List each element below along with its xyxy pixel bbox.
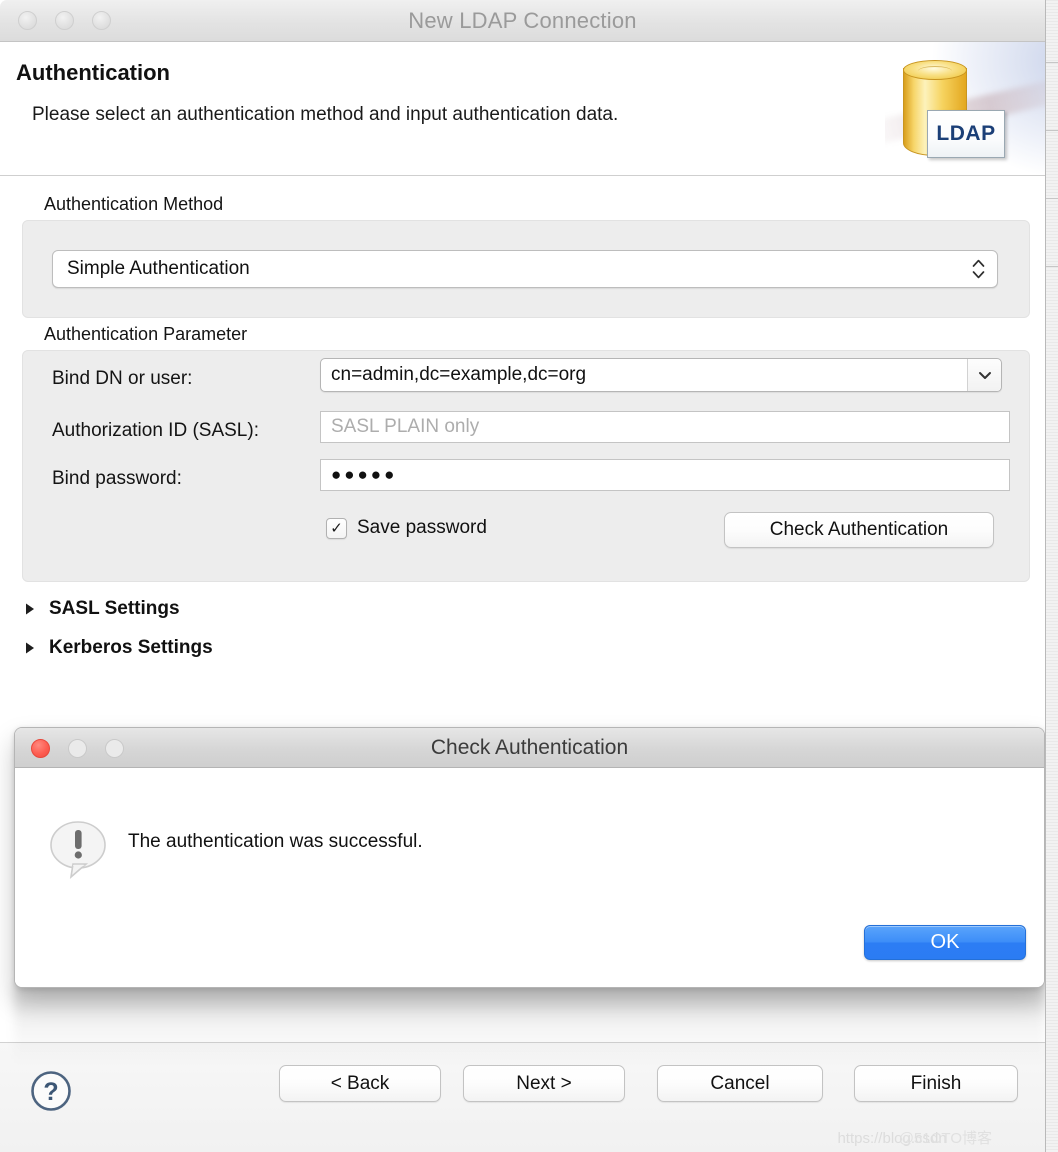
page-title: Authentication: [16, 60, 170, 85]
dialog-titlebar: Check Authentication: [15, 728, 1044, 768]
kerberos-settings-label: Kerberos Settings: [49, 637, 213, 658]
finish-button[interactable]: Finish: [854, 1065, 1018, 1102]
window-controls: [18, 11, 111, 30]
triangle-right-icon: [26, 603, 34, 615]
bind-password-value: ●●●●●: [331, 465, 398, 484]
bind-dn-value: cn=admin,dc=example,dc=org: [331, 364, 587, 385]
authentication-method-value: Simple Authentication: [67, 258, 250, 279]
cancel-button[interactable]: Cancel: [657, 1065, 823, 1102]
wizard-header: Authentication Please select an authenti…: [0, 42, 1045, 176]
wizard-footer: ? < Back Next > Cancel Finish https://bl…: [0, 1042, 1045, 1152]
window-title: New LDAP Connection: [408, 8, 637, 33]
speech-bubble-exclamation-icon: [47, 818, 109, 885]
bind-password-label: Bind password:: [52, 468, 182, 489]
chevron-down-icon: [978, 371, 991, 379]
stepper-chevrons-icon: [972, 251, 985, 287]
save-password-label: Save password: [357, 517, 487, 538]
sasl-settings-section[interactable]: SASL Settings: [24, 598, 180, 620]
ok-button[interactable]: OK: [864, 925, 1026, 960]
authentication-parameter-group: Authentication Parameter Bind DN or user…: [22, 324, 1030, 582]
kerberos-settings-section[interactable]: Kerberos Settings: [24, 637, 213, 659]
bind-dn-label: Bind DN or user:: [52, 368, 193, 389]
window-titlebar: New LDAP Connection: [0, 0, 1045, 42]
checkmark-icon: ✓: [330, 519, 343, 537]
ldap-card-label: LDAP: [936, 122, 996, 145]
authentication-method-group: Authentication Method Simple Authenticat…: [22, 194, 1030, 318]
dialog-zoom-button: [105, 739, 124, 758]
zoom-button[interactable]: [92, 11, 111, 30]
dialog-body: The authentication was successful. OK: [15, 768, 1044, 987]
close-button[interactable]: [18, 11, 37, 30]
bind-password-input[interactable]: ●●●●●: [320, 459, 1010, 491]
new-ldap-connection-window: New LDAP Connection Authentication Pleas…: [0, 0, 1046, 1152]
help-button[interactable]: ?: [30, 1070, 72, 1117]
authentication-method-select[interactable]: Simple Authentication: [52, 250, 998, 288]
back-button[interactable]: < Back: [279, 1065, 441, 1102]
page-description: Please select an authentication method a…: [32, 104, 619, 125]
minimize-button[interactable]: [55, 11, 74, 30]
header-artwork: LDAP: [885, 42, 1045, 175]
dialog-close-button[interactable]: [31, 739, 50, 758]
bind-dn-dropdown-button[interactable]: [967, 359, 1001, 391]
sasl-settings-label: SASL Settings: [49, 598, 180, 619]
authorization-id-input[interactable]: SASL PLAIN only: [320, 411, 1010, 443]
next-button[interactable]: Next >: [463, 1065, 625, 1102]
background-window-sliver: [1044, 0, 1058, 1152]
check-authentication-button[interactable]: Check Authentication: [724, 512, 994, 548]
ldap-database-icon: LDAP: [899, 56, 1017, 166]
authentication-parameter-legend: Authentication Parameter: [44, 324, 248, 344]
bind-dn-combo[interactable]: cn=admin,dc=example,dc=org: [320, 358, 1002, 392]
ldap-card: LDAP: [927, 110, 1005, 158]
save-password-checkbox-row[interactable]: ✓ Save password: [326, 517, 487, 539]
watermark-brand: @51CTO博客: [898, 1130, 992, 1147]
dialog-title: Check Authentication: [430, 736, 629, 759]
authentication-method-legend: Authentication Method: [44, 194, 224, 214]
dialog-minimize-button: [68, 739, 87, 758]
svg-text:?: ?: [43, 1078, 58, 1106]
authorization-id-label: Authorization ID (SASL):: [52, 420, 259, 441]
check-authentication-dialog: Check Authentication The authentication …: [14, 727, 1045, 988]
dialog-message: The authentication was successful.: [128, 831, 423, 852]
triangle-right-icon: [26, 642, 34, 654]
dialog-window-controls: [31, 739, 124, 758]
watermark: https://blog.csdn@51CTO博客: [837, 1127, 1040, 1148]
save-password-checkbox[interactable]: ✓: [326, 517, 347, 539]
